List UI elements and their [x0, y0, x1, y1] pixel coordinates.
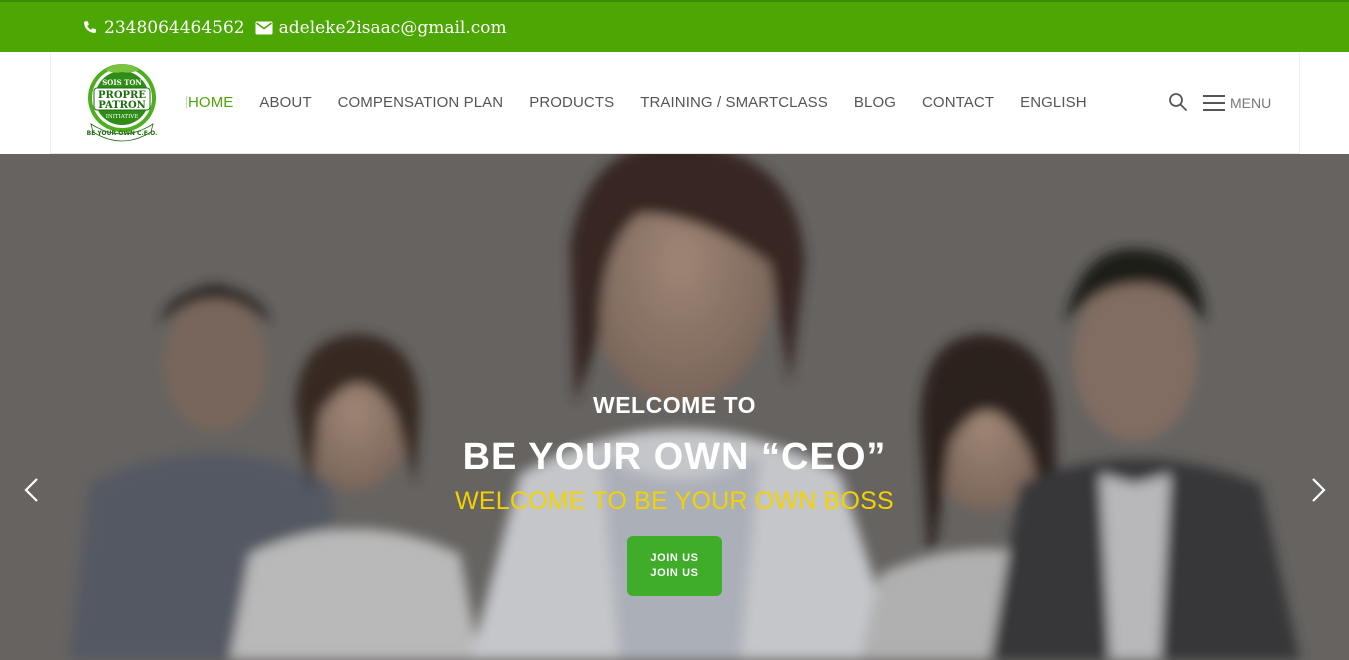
- logo-initiative-text: INITIATIVE: [106, 114, 139, 120]
- chevron-right-icon[interactable]: [1308, 476, 1328, 504]
- logo-patron-text: PATRON: [98, 100, 146, 111]
- phone-number[interactable]: 2348064464562: [104, 18, 245, 38]
- envelope-icon: [255, 21, 273, 35]
- top-contact-bar: 2348064464562 adeleke2isaac@gmail.com: [0, 0, 1349, 52]
- logo-ribbon-text: BE YOUR OWN C.E.O.: [87, 130, 158, 137]
- email-address[interactable]: adeleke2isaac@gmail.com: [279, 18, 507, 38]
- nav-language-english[interactable]: ENGLISH: [1020, 94, 1087, 111]
- nav-contact[interactable]: CONTACT: [922, 94, 994, 111]
- nav-home[interactable]: HOME: [188, 94, 233, 111]
- site-header: SOIS TON PROPRE PATRON INITIATIVE BE YOU…: [50, 52, 1300, 154]
- nav-about[interactable]: ABOUT: [259, 94, 311, 111]
- join-us-label-2: JOIN US: [650, 567, 699, 579]
- search-icon[interactable]: [1168, 92, 1188, 112]
- hamburger-icon: [1203, 95, 1225, 111]
- hero-slider: WELCOME TO BE YOUR OWN “CEO” WELCOME TO …: [0, 154, 1349, 660]
- contact-info: 2348064464562 adeleke2isaac@gmail.com: [82, 16, 507, 40]
- join-us-button[interactable]: JOIN US JOIN US: [627, 536, 722, 596]
- menu-label: MENU: [1230, 95, 1272, 111]
- nav-products[interactable]: PRODUCTS: [529, 94, 614, 111]
- logo-top-text: SOIS TON: [102, 78, 142, 87]
- nav-training-smartclass[interactable]: TRAINING / SMARTCLASS: [640, 94, 828, 111]
- hero-subtitle: WELCOME TO BE YOUR OWN BOSS: [455, 487, 894, 515]
- nav-blog[interactable]: BLOG: [854, 94, 896, 111]
- site-logo[interactable]: SOIS TON PROPRE PATRON INITIATIVE BE YOU…: [85, 60, 159, 144]
- main-nav: HOME ABOUT COMPENSATION PLAN PRODUCTS TR…: [186, 90, 1113, 114]
- hero-title: BE YOUR OWN “CEO”: [462, 436, 887, 478]
- nav-divider: [186, 96, 187, 108]
- hero-welcome-text: WELCOME TO: [592, 392, 756, 418]
- phone-icon: [84, 21, 96, 34]
- join-us-label-1: JOIN US: [650, 552, 699, 564]
- menu-toggle-button[interactable]: MENU: [1203, 92, 1271, 114]
- chevron-left-icon[interactable]: [22, 476, 42, 504]
- nav-compensation-plan[interactable]: COMPENSATION PLAN: [338, 94, 504, 111]
